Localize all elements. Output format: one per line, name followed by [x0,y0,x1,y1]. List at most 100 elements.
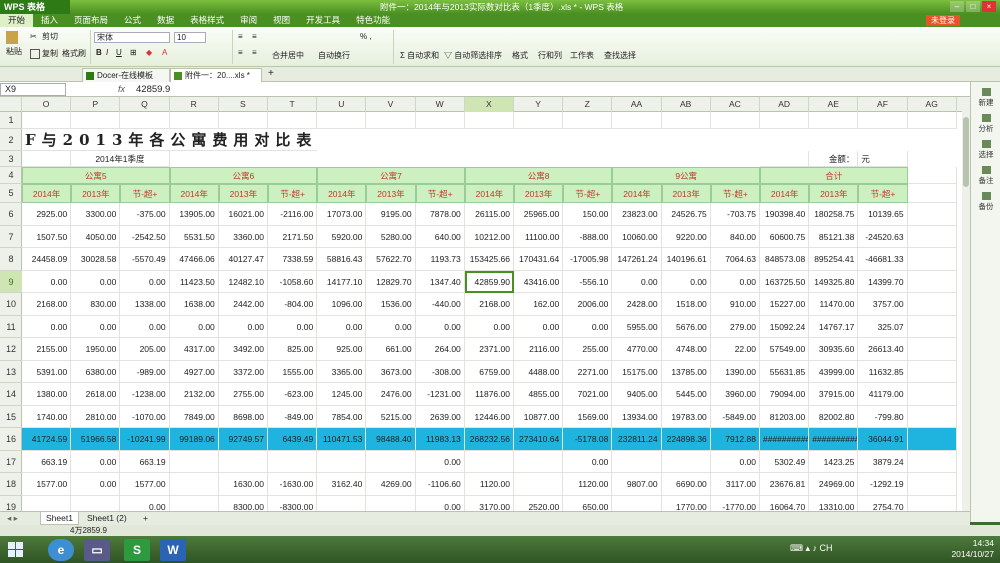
sheet-title[interactable]: F与2013年各公寓费用对比表 [22,129,318,151]
data-cell[interactable] [22,495,72,511]
cell[interactable] [366,112,416,129]
data-cell[interactable]: 0.00 [71,450,121,473]
data-cell[interactable]: 36044.91 [858,428,908,451]
data-cell[interactable]: 0.00 [317,315,367,338]
data-cell[interactable]: 2132.00 [169,383,219,406]
column-header-AG[interactable]: AG [908,97,957,112]
sub-header[interactable]: 节-超+ [858,184,908,203]
column-header-AE[interactable]: AE [809,97,859,112]
data-cell[interactable]: 0.00 [120,315,170,338]
data-cell[interactable]: 6759.00 [464,360,514,383]
menu-item-7[interactable]: 视图 [265,14,298,27]
cell[interactable] [563,112,613,129]
data-cell[interactable]: -308.00 [415,360,465,383]
data-cell[interactable]: 19783.00 [661,405,711,428]
sub-header[interactable]: 2014年 [169,184,219,203]
border-icon[interactable]: ⊞ [130,48,137,57]
data-cell[interactable]: 7912.88 [710,428,760,451]
data-cell[interactable]: 8300.00 [219,495,268,511]
data-cell[interactable]: 11100.00 [514,225,564,248]
data-cell[interactable]: -5570.49 [120,248,170,271]
cell[interactable] [907,184,957,203]
right-panel-item-1[interactable]: 分析 [971,114,1000,134]
data-cell[interactable]: 830.00 [71,293,121,316]
data-cell[interactable]: -5178.08 [563,428,613,451]
data-cell[interactable]: 23676.81 [760,473,810,496]
data-cell[interactable]: 2168.00 [22,293,72,316]
sheet-tab-sheet1[interactable]: Sheet1 [40,512,79,525]
data-cell[interactable]: 205.00 [120,338,170,361]
data-cell[interactable]: 2155.00 [22,338,72,361]
group-header[interactable]: 公寓6 [169,167,318,184]
data-cell[interactable]: 41179.00 [858,383,908,406]
data-cell[interactable]: 910.00 [710,293,760,316]
app-menu-button[interactable]: WPS 表格 [0,0,70,14]
cell[interactable] [907,450,957,473]
data-cell[interactable]: 99189.06 [169,428,219,451]
data-cell[interactable]: 1536.00 [366,293,416,316]
data-cell[interactable]: 2639.00 [415,405,465,428]
column-header-AD[interactable]: AD [760,97,810,112]
data-cell[interactable]: -1238.00 [120,383,170,406]
vertical-scrollbar[interactable] [962,97,970,511]
data-cell[interactable]: 13310.00 [809,495,859,511]
cell[interactable] [120,112,170,129]
data-cell[interactable]: 15175.00 [612,360,662,383]
data-cell[interactable]: 0.00 [71,473,121,496]
number-format-icon[interactable]: % , [360,32,372,41]
data-cell[interactable]: 1380.00 [22,383,72,406]
data-cell[interactable]: 925.00 [317,338,367,361]
data-cell[interactable]: 0.00 [563,315,613,338]
cell[interactable] [907,315,957,338]
cell[interactable] [907,405,957,428]
data-cell[interactable]: 149325.80 [809,270,859,293]
data-cell[interactable]: 11423.50 [169,270,219,293]
data-cell[interactable]: 663.19 [120,450,170,473]
data-cell[interactable]: 25965.00 [514,203,564,226]
group-header[interactable]: 公寓5 [22,167,170,184]
sub-header[interactable]: 2014年 [22,184,72,203]
data-cell[interactable]: 7878.00 [415,203,465,226]
data-cell[interactable]: 22.00 [710,338,760,361]
row-header-9[interactable]: 9 [0,270,22,293]
name-box[interactable]: X9 [0,83,66,96]
data-cell[interactable]: 6439.49 [268,428,318,451]
data-cell[interactable]: -1630.00 [268,473,318,496]
cell-area[interactable]: F与2013年各公寓费用对比表 2014年1季度 金额：元公寓5 公寓6 公寓7 公寓8 9… [22,112,968,511]
data-cell[interactable]: 13905.00 [169,203,219,226]
data-cell[interactable]: 43416.00 [514,270,564,293]
data-cell[interactable]: 30028.58 [71,248,121,271]
data-cell[interactable]: 3757.00 [858,293,908,316]
data-cell[interactable]: 0.00 [563,450,613,473]
data-cell[interactable]: 2810.00 [71,405,121,428]
cell[interactable] [760,151,810,167]
data-cell[interactable]: 10060.00 [612,225,662,248]
data-cell[interactable]: 7854.00 [317,405,367,428]
data-cell[interactable]: 1555.00 [268,360,318,383]
data-cell[interactable]: 147261.24 [612,248,662,271]
data-cell[interactable]: 0.00 [71,315,121,338]
cell[interactable] [907,428,957,451]
column-header-U[interactable]: U [317,97,367,112]
cell[interactable] [661,112,711,129]
data-cell[interactable]: 5215.00 [366,405,416,428]
paste-button[interactable]: 粘贴 [6,31,22,57]
underline-button[interactable]: U [116,48,122,57]
data-cell[interactable]: 41724.59 [22,428,72,451]
data-cell[interactable]: 2618.00 [71,383,121,406]
data-cell[interactable]: 14767.17 [809,315,859,338]
group-header[interactable]: 合计 [760,167,908,184]
data-cell[interactable]: 190398.40 [760,203,810,226]
column-header-Y[interactable]: Y [514,97,564,112]
data-cell[interactable]: 2428.00 [612,293,662,316]
data-cell[interactable]: 0.00 [464,315,514,338]
data-cell[interactable]: 255.00 [563,338,613,361]
data-cell[interactable]: 1338.00 [120,293,170,316]
cell[interactable] [907,203,957,226]
menu-item-3[interactable]: 公式 [116,14,149,27]
column-header-Q[interactable]: Q [120,97,170,112]
right-panel-item-0[interactable]: 新建 [971,88,1000,108]
data-cell[interactable]: 2520.00 [514,495,564,511]
data-cell[interactable]: -1292.19 [858,473,908,496]
data-cell[interactable]: 5280.00 [366,225,416,248]
